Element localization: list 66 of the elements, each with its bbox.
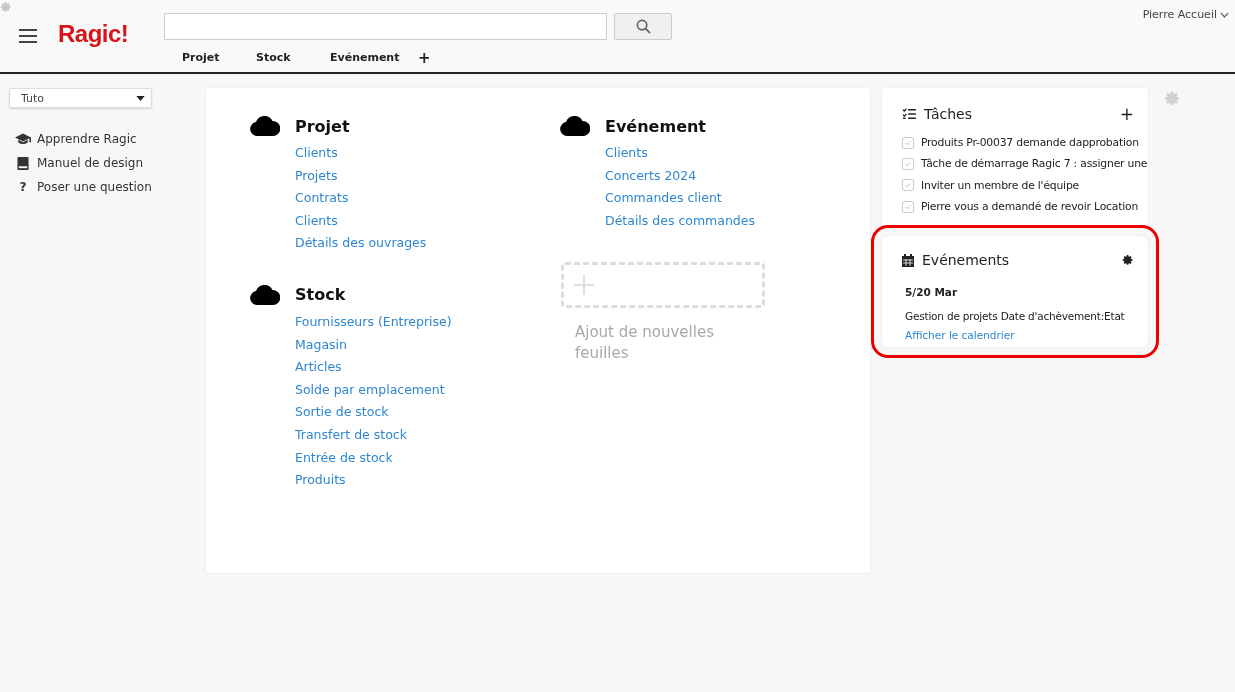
sheet-link[interactable]: Concerts 2024 (605, 164, 870, 188)
add-sheet-button[interactable] (561, 262, 765, 309)
sheet-link[interactable]: Magasin (295, 333, 560, 357)
sheet-link[interactable]: Solde par emplacement (295, 378, 560, 402)
checkbox[interactable] (902, 200, 914, 213)
menu-icon[interactable] (19, 29, 37, 43)
checkbox[interactable] (902, 157, 914, 170)
add-sheets-label: Ajout de nouvelles feuilles (575, 322, 715, 365)
sheet-link[interactable]: Fournisseurs (Entreprise) (295, 310, 560, 334)
sheet-link[interactable]: Clients (295, 209, 560, 233)
module-title: Evénement (605, 116, 706, 136)
sheet-link[interactable]: Détails des ouvrages (295, 232, 560, 255)
module-title: Stock (295, 285, 346, 305)
chevron-down-icon (1220, 11, 1229, 18)
settings-icon[interactable] (1122, 254, 1134, 267)
panel-title: Evénements (922, 252, 1011, 269)
sheet-link[interactable]: Produits (295, 469, 560, 492)
task-text[interactable]: Produits Pr-00037 demande dapprobation (921, 136, 1139, 150)
user-menu[interactable]: Pierre Accueil (1142, 8, 1229, 21)
sheet-link[interactable]: Transfert de stock (295, 423, 560, 447)
dropdown[interactable]: Tuto (9, 88, 152, 108)
sheet-link[interactable]: Contrats (295, 187, 560, 210)
add-task-button[interactable]: + (1119, 104, 1134, 124)
tab[interactable]: Evénement (312, 49, 400, 67)
sheet-link[interactable]: Clients (605, 142, 870, 165)
check-icon (904, 181, 912, 190)
check-icon (904, 138, 912, 147)
task-text[interactable]: Pierre vous a demandé de revoir Location (921, 200, 1139, 214)
event-entry[interactable]: Gestion de projets Date d'achèvement:Etat (905, 310, 1134, 323)
logo[interactable]: Ragic! (58, 20, 164, 48)
event-date: 5/20 Mar (905, 286, 959, 299)
sheet-link[interactable]: Détails des commandes (605, 209, 870, 233)
sheet-link[interactable]: Clients (295, 142, 560, 165)
checklist-icon (902, 108, 916, 120)
add-tab-button[interactable]: + (400, 49, 431, 67)
check-icon (904, 159, 912, 168)
sheet-link[interactable]: Entrée de stock (295, 446, 560, 470)
cloud-icon (560, 116, 590, 136)
caret-down-icon (136, 95, 145, 101)
tab[interactable]: Projet (164, 49, 238, 67)
cloud-icon (250, 284, 280, 305)
sidebar-link[interactable]: Manuel de design (37, 156, 144, 170)
sheet-link[interactable]: Articles (295, 356, 560, 379)
sheet-link[interactable]: Sortie de stock (295, 401, 560, 424)
graduation-cap-icon (15, 133, 31, 145)
checkbox[interactable] (902, 136, 914, 149)
calendar-icon (902, 253, 914, 267)
sheet-link[interactable]: Commandes client (605, 187, 870, 210)
search-field[interactable] (164, 13, 607, 40)
sidebar-link[interactable]: Apprendre Ragic (37, 132, 137, 146)
question-icon: ? (15, 180, 31, 194)
sidebar-link[interactable]: Poser une question (37, 180, 152, 194)
sheet-link[interactable]: Projets (295, 164, 560, 188)
cloud-icon (250, 116, 280, 136)
task-text[interactable]: Inviter un membre de l'équipe (921, 178, 1080, 192)
task-text[interactable]: Tâche de démarrage Ragic 7 : assigner une (921, 157, 1148, 171)
book-icon (15, 156, 31, 170)
panel-title: Tâches (924, 106, 973, 122)
search-button[interactable] (614, 13, 672, 40)
module-title: Projet (295, 116, 350, 136)
check-icon (904, 202, 912, 211)
checkbox[interactable] (902, 179, 914, 192)
plus-icon (574, 275, 594, 296)
search-icon (635, 19, 651, 34)
calendar-link[interactable]: Afficher le calendrier (905, 329, 1134, 342)
tab[interactable]: Stock (238, 49, 312, 67)
